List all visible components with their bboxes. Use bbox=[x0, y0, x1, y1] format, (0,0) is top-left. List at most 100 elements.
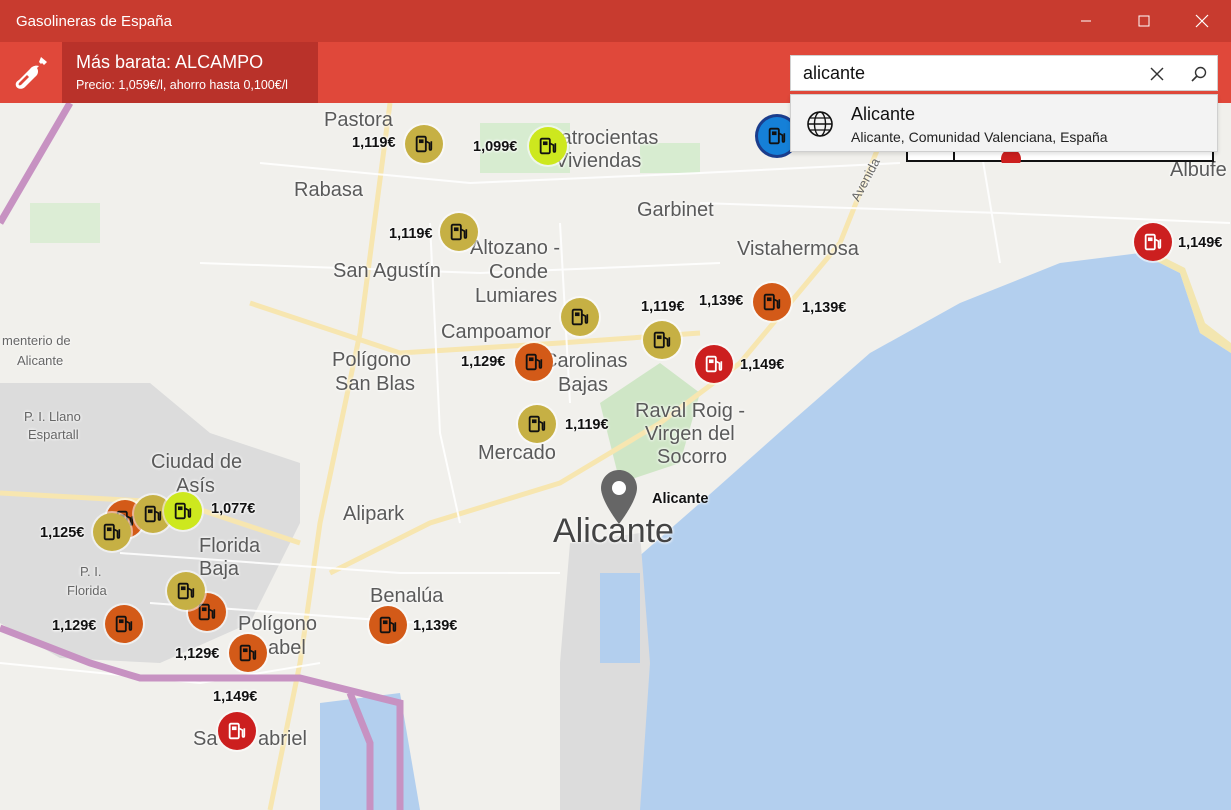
map-label: Viviendas bbox=[555, 150, 642, 172]
search-suggestion[interactable]: Alicante Alicante, Comunidad Valenciana,… bbox=[790, 94, 1218, 152]
fuel-station-icon bbox=[528, 415, 546, 433]
fuel-station-icon bbox=[177, 582, 195, 600]
maximize-button[interactable] bbox=[1115, 0, 1173, 42]
map-label: Bajas bbox=[558, 374, 609, 396]
fuel-station-marker[interactable] bbox=[695, 345, 733, 383]
fuel-station-icon bbox=[763, 293, 781, 311]
fuel-station-marker[interactable] bbox=[369, 606, 407, 644]
map-label: menterio de bbox=[2, 333, 71, 348]
map-label: Sa bbox=[193, 728, 218, 750]
fuel-station-marker[interactable] bbox=[1134, 223, 1172, 261]
station-price: 1,119€ bbox=[352, 135, 396, 151]
map-label: San Blas bbox=[335, 373, 416, 395]
maximize-icon bbox=[1138, 15, 1150, 27]
fuel-station-marker[interactable] bbox=[515, 343, 553, 381]
fuel-station-icon bbox=[239, 644, 257, 662]
map-label: abel bbox=[268, 637, 306, 659]
fuel-station-icon bbox=[379, 616, 397, 634]
close-window-button[interactable] bbox=[1173, 0, 1231, 42]
suggestion-subtitle: Alicante, Comunidad Valenciana, España bbox=[851, 129, 1108, 145]
station-price: 1,129€ bbox=[52, 618, 97, 634]
map-label: abriel bbox=[258, 728, 307, 750]
fuel-station-icon bbox=[144, 505, 162, 523]
map-label: Benalúa bbox=[370, 585, 444, 607]
fuel-station-marker[interactable] bbox=[405, 125, 443, 163]
search-button[interactable] bbox=[1187, 62, 1211, 86]
pin-label: Alicante bbox=[652, 491, 709, 507]
fuel-station-icon bbox=[571, 308, 589, 326]
cheapest-title: Más barata: ALCAMPO bbox=[76, 52, 264, 72]
fuel-station-icon bbox=[115, 615, 133, 633]
fuel-station-icon bbox=[103, 523, 121, 541]
map-label: Pastora bbox=[324, 109, 393, 131]
station-price: 1,119€ bbox=[389, 226, 433, 242]
fuel-station-icon bbox=[653, 331, 671, 349]
map-label: Virgen del bbox=[645, 423, 735, 445]
station-price: 1,077€ bbox=[211, 501, 256, 517]
window-title: Gasolineras de España bbox=[16, 12, 172, 30]
minimize-button[interactable] bbox=[1057, 0, 1115, 42]
close-icon bbox=[1195, 14, 1209, 28]
fuel-station-icon bbox=[450, 223, 468, 241]
cheapest-detail: Precio: 1,059€/l, ahorro hasta 0,100€/l bbox=[76, 78, 288, 92]
station-price: 1,119€ bbox=[641, 299, 685, 315]
fuel-station-marker[interactable] bbox=[518, 405, 556, 443]
station-price: 1,119€ bbox=[565, 417, 609, 433]
fuel-pump-logo-icon bbox=[15, 56, 48, 89]
map-label: Baja bbox=[199, 558, 240, 580]
fuel-station-marker[interactable] bbox=[218, 712, 256, 750]
fuel-station-marker[interactable] bbox=[561, 298, 599, 336]
station-price: 1,125€ bbox=[40, 525, 85, 541]
fuel-station-marker[interactable] bbox=[93, 513, 131, 551]
fuel-station-icon bbox=[228, 722, 246, 740]
map-label: Carolinas bbox=[543, 350, 628, 372]
map-label: Mercado bbox=[478, 442, 556, 464]
fuel-station-icon bbox=[705, 355, 723, 373]
station-price: 1,139€ bbox=[413, 618, 458, 634]
suggestion-title: Alicante bbox=[851, 104, 916, 124]
map-label: Conde bbox=[489, 261, 548, 283]
map-pin-icon[interactable] bbox=[600, 469, 638, 525]
clear-icon bbox=[1150, 67, 1164, 81]
fuel-station-icon bbox=[1144, 233, 1162, 251]
map-label: San Agustín bbox=[333, 260, 441, 282]
map-label: Socorro bbox=[657, 446, 728, 468]
search-box[interactable] bbox=[790, 55, 1218, 91]
fuel-station-icon bbox=[768, 127, 786, 145]
fuel-station-icon bbox=[415, 135, 433, 153]
search-input[interactable] bbox=[803, 60, 1133, 86]
fuel-station-marker[interactable] bbox=[229, 634, 267, 672]
map-label: Florida bbox=[199, 535, 261, 557]
search-icon bbox=[1191, 66, 1207, 82]
map-label: Altozano - bbox=[470, 237, 561, 259]
map-label: Lumiares bbox=[475, 285, 558, 307]
map-label: P. I. Llano bbox=[24, 409, 81, 424]
clear-search-button[interactable] bbox=[1145, 62, 1169, 86]
map-label: Vistahermosa bbox=[737, 238, 859, 260]
map-label: Raval Roig - bbox=[635, 400, 746, 422]
station-price: 1,099€ bbox=[473, 139, 518, 155]
cheapest-station-panel[interactable]: Más barata: ALCAMPO Precio: 1,059€/l, ah… bbox=[62, 42, 318, 103]
map-label: Ciudad de bbox=[151, 451, 243, 473]
map-label: Espartall bbox=[28, 427, 79, 442]
fuel-station-icon bbox=[174, 502, 192, 520]
minimize-icon bbox=[1081, 20, 1091, 22]
map-label: Alicante bbox=[17, 353, 64, 368]
map-label: Polígono bbox=[332, 349, 411, 371]
map-label: Florida bbox=[67, 583, 107, 598]
fuel-station-marker[interactable] bbox=[105, 605, 143, 643]
fuel-station-marker[interactable] bbox=[164, 492, 202, 530]
fuel-station-icon bbox=[539, 137, 557, 155]
station-price: 1,139€ bbox=[802, 300, 847, 316]
fuel-station-marker[interactable] bbox=[753, 283, 791, 321]
fuel-station-marker[interactable] bbox=[643, 321, 681, 359]
map-label: Rabasa bbox=[294, 179, 363, 201]
station-price: 1,149€ bbox=[1178, 235, 1223, 251]
fuel-station-marker[interactable] bbox=[440, 213, 478, 251]
fuel-station-icon bbox=[525, 353, 543, 371]
globe-icon bbox=[807, 111, 833, 137]
fuel-station-marker[interactable] bbox=[167, 572, 205, 610]
app-logo bbox=[0, 42, 62, 103]
fuel-station-marker[interactable] bbox=[529, 127, 567, 165]
map-view[interactable]: Pastora Cuatrocientas Viviendas Rabasa G… bbox=[0, 103, 1231, 810]
